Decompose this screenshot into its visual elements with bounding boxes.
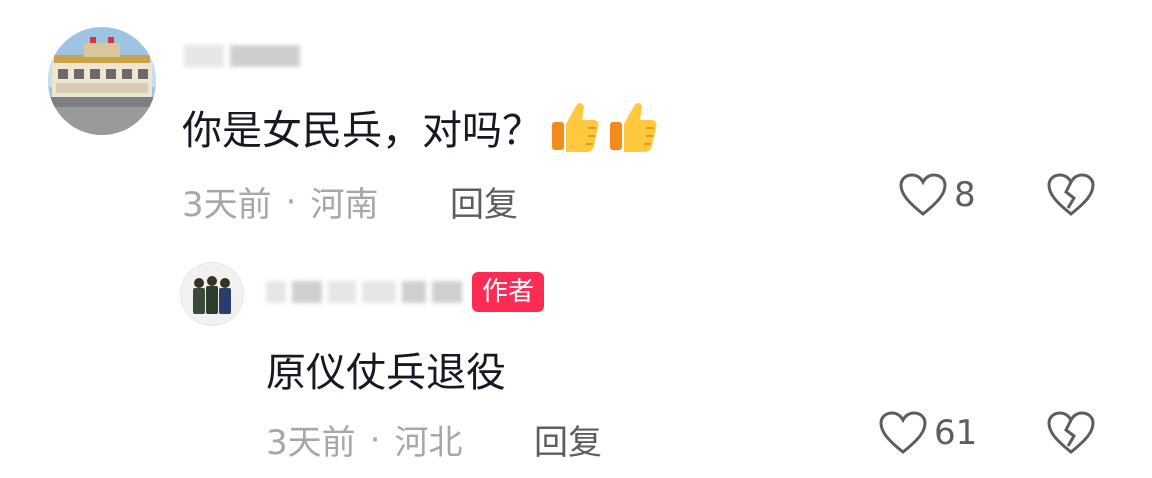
comment-time: 3天前 xyxy=(182,185,272,225)
separator: · xyxy=(285,181,297,222)
username-blur xyxy=(432,281,462,303)
comment-body: 你是女民兵，对吗？ xyxy=(182,108,542,154)
username-blur xyxy=(362,281,396,303)
username-blur xyxy=(328,281,356,303)
username-blur xyxy=(184,45,224,67)
username[interactable] xyxy=(184,42,300,70)
broken-heart-icon xyxy=(1047,411,1095,454)
dislike-button[interactable] xyxy=(1046,410,1096,460)
like-button[interactable]: 61 xyxy=(878,410,977,456)
like-button[interactable]: 8 xyxy=(898,172,976,218)
comment-thread: 你是女民兵，对吗？ 3天前 · 河南 回复 8 作者 原仪仗兵退役 3天前 · … xyxy=(0,0,1152,478)
thumbs-up-icon xyxy=(550,100,600,154)
username[interactable] xyxy=(266,278,462,306)
comment-meta: 3天前 · 河北 xyxy=(266,415,462,464)
author-badge: 作者 xyxy=(472,272,545,312)
like-count: 61 xyxy=(934,413,978,453)
avatar[interactable] xyxy=(180,262,244,326)
username-blur xyxy=(230,45,300,67)
avatar[interactable] xyxy=(48,27,156,135)
comment-text: 你是女民兵，对吗？ xyxy=(182,98,658,156)
username-blur xyxy=(266,281,286,303)
reply-item: 作者 原仪仗兵退役 3天前 · 河北 回复 61 xyxy=(0,240,1152,478)
broken-heart-icon xyxy=(1047,173,1095,216)
username-blur xyxy=(292,281,322,303)
comment-meta: 3天前 · 河南 xyxy=(182,177,378,226)
comment-location: 河北 xyxy=(394,423,463,463)
comment-location: 河南 xyxy=(310,185,379,225)
comment-item: 你是女民兵，对吗？ 3天前 · 河南 回复 8 xyxy=(0,0,1152,240)
like-count: 8 xyxy=(954,175,976,215)
comment-text: 原仪仗兵退役 xyxy=(266,350,506,396)
separator: · xyxy=(369,419,381,460)
heart-icon xyxy=(879,411,927,454)
reply-button[interactable]: 回复 xyxy=(450,177,518,226)
thumbs-up-icon xyxy=(608,100,658,154)
dislike-button[interactable] xyxy=(1046,172,1096,222)
heart-icon xyxy=(899,173,947,216)
reply-button[interactable]: 回复 xyxy=(534,415,602,464)
username-blur xyxy=(402,281,426,303)
comment-time: 3天前 xyxy=(266,423,356,463)
